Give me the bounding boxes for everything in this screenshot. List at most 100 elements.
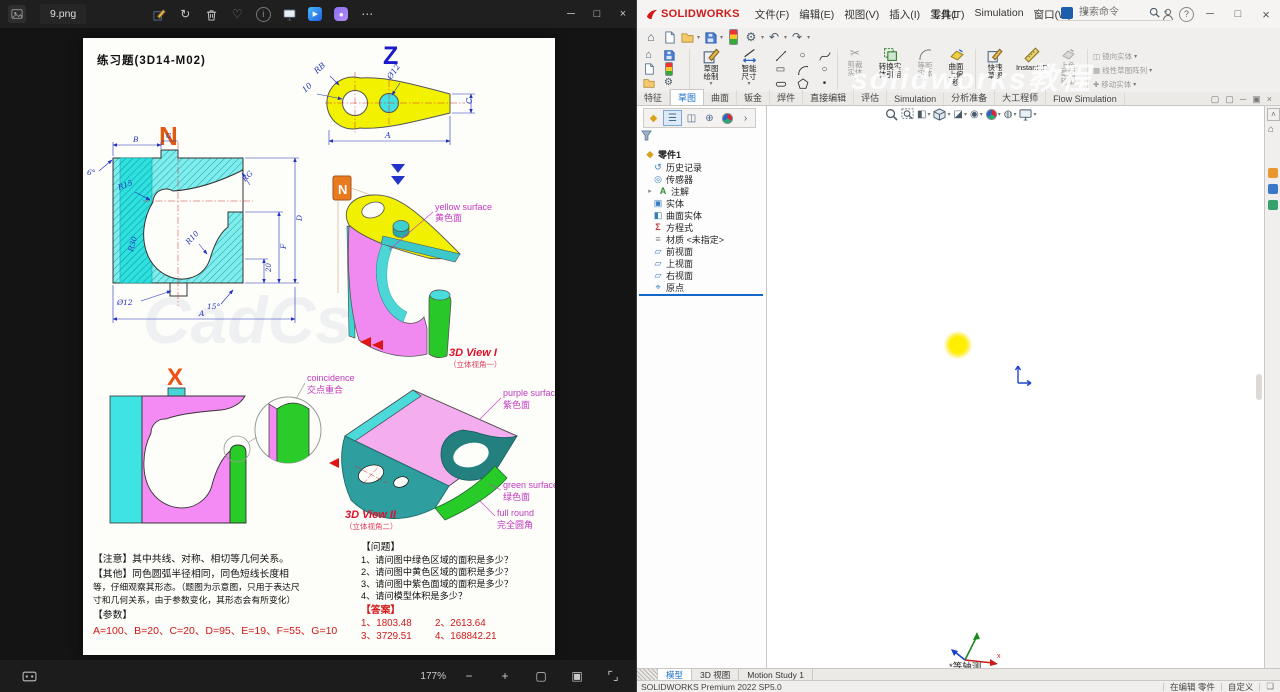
- rebuild-traffic-light-icon[interactable]: [725, 29, 741, 45]
- display-manager-tab-icon[interactable]: [719, 111, 736, 125]
- tab-direct-editing[interactable]: 直接编辑: [803, 90, 855, 105]
- property-manager-tab-icon[interactable]: ◫: [683, 111, 700, 125]
- tab-scroll-handle[interactable]: [637, 669, 658, 680]
- rebuild-traffic-light-icon[interactable]: [661, 61, 676, 76]
- save-icon[interactable]: [702, 29, 718, 45]
- zoom-to-fit-icon[interactable]: [885, 108, 898, 121]
- instant2d-button[interactable]: Instant2D: [1013, 47, 1051, 72]
- panel-expand-icon[interactable]: ›: [737, 111, 754, 125]
- designer-icon[interactable]: ●: [330, 3, 352, 25]
- menu-file[interactable]: 文件(F): [750, 7, 794, 22]
- task-pane-library-icon[interactable]: [1268, 184, 1278, 194]
- zoom-to-area-icon[interactable]: [901, 108, 914, 121]
- quick-sketch-button[interactable]: 快速 草图: [979, 47, 1011, 80]
- new-document-icon[interactable]: [641, 62, 656, 75]
- tree-tab-icon[interactable]: ☰: [663, 110, 682, 126]
- home-icon[interactable]: ⌂: [641, 48, 656, 61]
- point-tool-icon[interactable]: •: [817, 77, 832, 90]
- favorite-icon[interactable]: ♡: [226, 3, 248, 25]
- graphics-area[interactable]: ◧ ▾ ▾ ◪ ▾ ◉ ▾ ▾ ◍ ▾ ▾ x: [767, 106, 1264, 673]
- search-input[interactable]: [1077, 6, 1145, 19]
- settings-gear-icon[interactable]: ⚙: [661, 76, 676, 89]
- new-document-icon[interactable]: [661, 29, 677, 45]
- save-icon[interactable]: [661, 48, 676, 61]
- hide-show-items-icon[interactable]: ◉ ▾: [970, 109, 983, 120]
- tree-item-right-plane[interactable]: ▱ 右视面: [653, 269, 693, 281]
- command-search[interactable]: ▾: [1057, 5, 1172, 21]
- expand-icon[interactable]: ▸: [645, 187, 655, 195]
- minimize-button[interactable]: ─: [1198, 3, 1222, 25]
- doc-restore-icon[interactable]: ▢: [1211, 94, 1220, 105]
- tab-features[interactable]: 特征: [637, 90, 671, 105]
- edit-appearance-icon[interactable]: ▾: [985, 109, 1001, 120]
- tab-sketch[interactable]: 草图: [670, 89, 705, 105]
- task-pane-appearances-icon[interactable]: [1268, 200, 1278, 210]
- zoom-in-icon[interactable]: +: [494, 665, 516, 687]
- offset-on-surface-button[interactable]: 曲面 上偏 移: [941, 47, 971, 87]
- spline-tool-icon[interactable]: [817, 49, 832, 62]
- edit-image-icon[interactable]: [148, 3, 170, 25]
- tree-item-origin[interactable]: ⌖ 原点: [653, 281, 684, 293]
- undo-icon[interactable]: ↶: [766, 29, 782, 45]
- tree-item-surface-bodies[interactable]: ◧ 曲面实体: [653, 209, 702, 221]
- more-options-icon[interactable]: ⋯: [356, 3, 378, 25]
- menu-edit[interactable]: 编辑(E): [794, 7, 839, 22]
- info-icon[interactable]: i: [252, 3, 274, 25]
- close-button[interactable]: ×: [610, 2, 636, 26]
- status-tag-icon[interactable]: ❏: [1266, 681, 1274, 692]
- tree-filter-icon[interactable]: [641, 128, 652, 146]
- tree-item-top-plane[interactable]: ▱ 上视面: [653, 257, 693, 269]
- tab-evaluate[interactable]: 评估: [854, 90, 888, 105]
- help-icon[interactable]: ?: [1179, 6, 1194, 22]
- view-settings-icon[interactable]: ▾: [1019, 108, 1036, 121]
- tab-surfaces[interactable]: 曲面: [704, 90, 738, 105]
- menu-view[interactable]: 视图(V): [839, 7, 884, 22]
- save-caret-icon[interactable]: ▾: [720, 34, 723, 41]
- tab-engineer[interactable]: 大工程师: [995, 90, 1047, 105]
- tree-item-front-plane[interactable]: ▱ 前视面: [653, 245, 693, 257]
- rotate-icon[interactable]: ↻: [174, 3, 196, 25]
- slideshow-icon[interactable]: [278, 3, 300, 25]
- delete-icon[interactable]: [200, 3, 222, 25]
- tab-flow-simulation[interactable]: Flow Simulation: [1046, 93, 1125, 105]
- rollback-bar[interactable]: [639, 294, 763, 296]
- apply-scene-icon[interactable]: ◍ ▾: [1004, 109, 1017, 120]
- display-style-icon[interactable]: ◪ ▾: [953, 109, 966, 120]
- tree-item-sensors[interactable]: ◎ 传感器: [653, 173, 693, 185]
- tab-sheet-metal[interactable]: 钣金: [737, 90, 771, 105]
- home-icon[interactable]: ⌂: [643, 29, 659, 45]
- search-icon[interactable]: [1149, 7, 1160, 18]
- smart-dimension-button[interactable]: 智能 尺寸 ▾: [731, 47, 767, 88]
- open-caret-icon[interactable]: ▾: [697, 34, 700, 41]
- minimize-button[interactable]: ─: [558, 2, 584, 26]
- close-button[interactable]: ×: [1254, 3, 1278, 25]
- open-icon[interactable]: [641, 76, 656, 89]
- maximize-button[interactable]: □: [1226, 3, 1250, 25]
- fit-to-window-icon[interactable]: ▢: [530, 665, 552, 687]
- fullscreen-icon[interactable]: ⌜⌟: [602, 665, 624, 687]
- tree-root[interactable]: ◆ 零件1: [645, 148, 681, 160]
- dimxpert-tab-icon[interactable]: ⊕: [701, 111, 718, 125]
- circle-tool-icon[interactable]: ○: [795, 49, 810, 62]
- arc-tool-icon[interactable]: [795, 63, 810, 76]
- tab-analysis-prep[interactable]: 分析准备: [944, 90, 996, 105]
- tree-item-solid-bodies[interactable]: ▣ 实体: [653, 197, 684, 209]
- undo-caret-icon[interactable]: ▾: [784, 34, 787, 41]
- redo-icon[interactable]: ↷: [789, 29, 805, 45]
- tab-simulation[interactable]: Simulation: [887, 93, 945, 105]
- search-caret-icon[interactable]: ▾: [1164, 9, 1167, 16]
- tab-model[interactable]: 模型: [658, 669, 693, 680]
- tree-item-equations[interactable]: Σ 方程式: [653, 221, 693, 233]
- clipchamp-icon[interactable]: ▶: [304, 3, 326, 25]
- tab-motion-study[interactable]: Motion Study 1: [739, 669, 813, 680]
- filmstrip-toggle-icon[interactable]: [18, 665, 40, 687]
- settings-caret-icon[interactable]: ▾: [761, 34, 764, 41]
- sketch-button[interactable]: 草图 绘制 ▾: [693, 47, 729, 88]
- task-pane-expand-icon[interactable]: ˄: [1267, 108, 1280, 121]
- doc-close-icon[interactable]: ×: [1267, 94, 1272, 105]
- view-orientation-icon[interactable]: ▾: [933, 108, 950, 121]
- redo-caret-icon[interactable]: ▾: [807, 34, 810, 41]
- convert-entities-button[interactable]: 转换实 体引用: [871, 47, 909, 79]
- ellipse-tool-icon[interactable]: ○: [817, 63, 832, 76]
- status-customize[interactable]: 自定义: [1228, 681, 1254, 692]
